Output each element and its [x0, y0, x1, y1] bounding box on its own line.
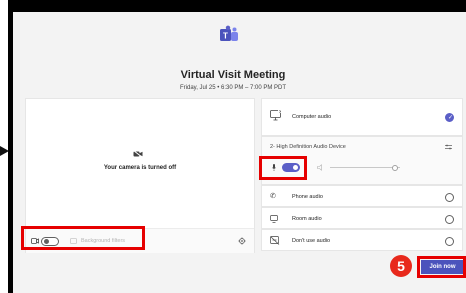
no-audio-icon	[270, 236, 280, 245]
room-audio-radio[interactable]	[445, 214, 454, 224]
phone-audio-label: Phone audio	[292, 194, 323, 200]
speaker-volume-slider[interactable]	[330, 167, 400, 168]
meeting-datetime: Friday, Jul 25 • 6:30 PM – 7:00 PM PDT	[179, 85, 287, 91]
svg-text:T: T	[223, 32, 228, 41]
room-audio-option[interactable]: Room audio	[261, 207, 463, 229]
no-audio-label: Don't use audio	[292, 238, 331, 244]
speaker-volume-thumb[interactable]	[392, 164, 398, 171]
computer-audio-icon	[270, 110, 282, 121]
audio-settings-sliders-icon[interactable]	[445, 144, 452, 150]
room-audio-icon	[270, 215, 278, 223]
room-audio-label: Room audio	[292, 216, 322, 222]
highlight-camera-controls	[21, 226, 145, 250]
highlight-join-button	[417, 256, 466, 278]
highlight-microphone-toggle	[259, 156, 307, 180]
no-audio-radio[interactable]	[445, 236, 454, 246]
pointer-arrow	[0, 146, 9, 156]
step-badge: 5	[390, 255, 412, 277]
meeting-title: Virtual Visit Meeting	[180, 69, 286, 81]
teams-logo-icon: T	[220, 25, 238, 41]
phone-icon: ✆	[270, 193, 276, 200]
speaker-icon	[317, 164, 322, 171]
camera-off-icon	[133, 150, 143, 158]
no-audio-option[interactable]: Don't use audio	[261, 229, 463, 251]
computer-audio-radio[interactable]: ✓	[445, 113, 454, 122]
phone-audio-option[interactable]: ✆ Phone audio	[261, 185, 463, 207]
computer-audio-label: Computer audio	[292, 114, 332, 120]
camera-off-text: Your camera is turned off	[103, 165, 177, 171]
computer-audio-option[interactable]: Computer audio ✓	[261, 98, 463, 136]
audio-device-label[interactable]: 2- High Definition Audio Device	[270, 144, 346, 150]
phone-audio-radio[interactable]	[445, 192, 454, 202]
device-settings-gear-icon[interactable]	[238, 237, 246, 245]
